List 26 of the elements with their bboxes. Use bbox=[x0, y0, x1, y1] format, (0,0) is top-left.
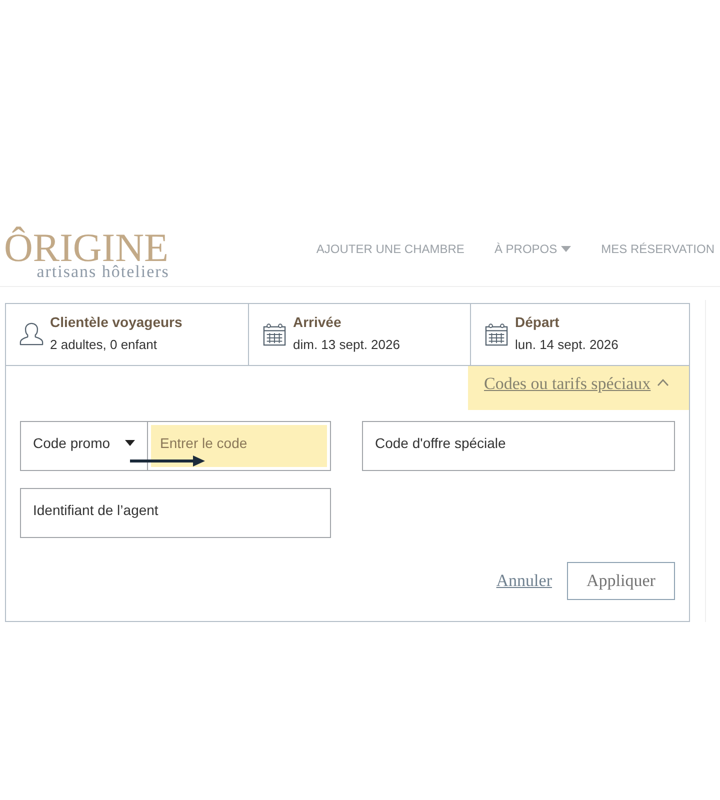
calendar-icon bbox=[485, 323, 508, 346]
summary-title: Départ bbox=[515, 313, 560, 331]
nav-link[interactable]: MES RÉSERVATION bbox=[601, 242, 714, 256]
code-type-select[interactable]: Code promo bbox=[20, 421, 148, 471]
summary-title: Arrivée bbox=[293, 313, 342, 331]
nav-link[interactable]: AJOUTER UNE CHAMBRE bbox=[316, 242, 464, 256]
summary-value: dim. 13 sept. 2026 bbox=[293, 336, 400, 354]
summary-cell[interactable]: Départ lun. 14 sept. 2026 bbox=[470, 304, 689, 365]
person-icon bbox=[19, 322, 44, 346]
logo-tagline: artisans hôteliers bbox=[36, 263, 170, 280]
summary-value: 2 adultes, 0 enfant bbox=[50, 336, 158, 354]
summary-cell[interactable]: Clientèle voyageurs 2 adultes, 0 enfant bbox=[6, 304, 248, 365]
code-input-field[interactable]: Entrer le code bbox=[148, 421, 331, 471]
nav-menu-link[interactable]: À PROPOS bbox=[494, 242, 572, 256]
caret-up-icon bbox=[656, 379, 669, 386]
calendar-icon bbox=[263, 323, 286, 346]
special-codes-toggle[interactable]: Codes ou tarifs spéciaux bbox=[468, 366, 689, 410]
caret-down-icon bbox=[561, 246, 572, 252]
caret-down-icon bbox=[125, 440, 135, 446]
agent-id-field[interactable]: Identifiant de l’agent bbox=[20, 488, 331, 538]
offer-code-field[interactable]: Code d'offre spéciale bbox=[362, 421, 675, 471]
summary-cell[interactable]: Arrivée dim. 13 sept. 2026 bbox=[248, 304, 470, 365]
cancel-link[interactable]: Annuler bbox=[496, 571, 552, 591]
apply-button[interactable]: Appliquer bbox=[567, 562, 675, 600]
summary-title: Clientèle voyageurs bbox=[50, 313, 182, 331]
summary-value: lun. 14 sept. 2026 bbox=[515, 336, 618, 354]
